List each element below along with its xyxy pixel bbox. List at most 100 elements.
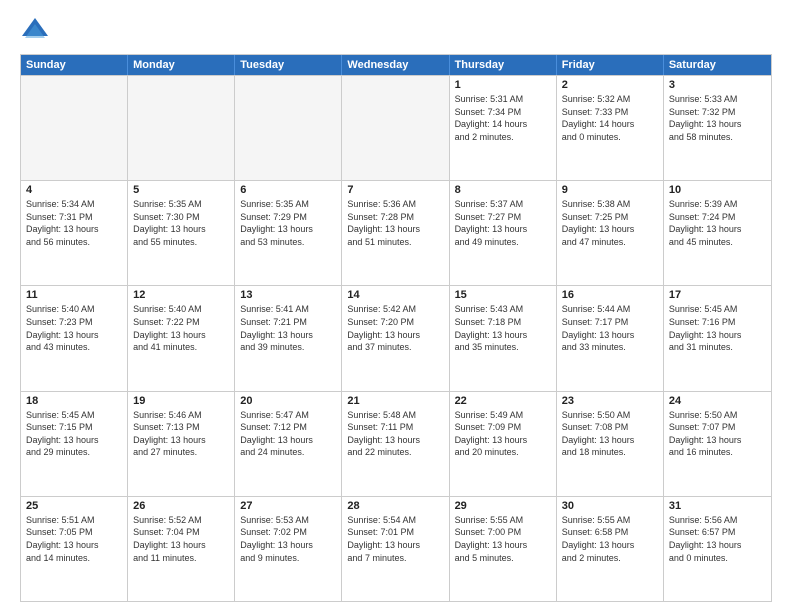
- calendar-row: 11 Sunrise: 5:40 AM Sunset: 7:23 PM Dayli…: [21, 285, 771, 390]
- calendar-cell: [128, 76, 235, 180]
- calendar-cell: [342, 76, 449, 180]
- calendar-cell: 23 Sunrise: 5:50 AM Sunset: 7:08 PM Dayli…: [557, 392, 664, 496]
- calendar-cell: 26 Sunrise: 5:52 AM Sunset: 7:04 PM Dayli…: [128, 497, 235, 601]
- calendar-cell: 12 Sunrise: 5:40 AM Sunset: 7:22 PM Dayli…: [128, 286, 235, 390]
- day-number: 19: [133, 395, 229, 407]
- calendar-cell: 30 Sunrise: 5:55 AM Sunset: 6:58 PM Dayli…: [557, 497, 664, 601]
- day-number: 28: [347, 500, 443, 512]
- calendar-row: 1 Sunrise: 5:31 AM Sunset: 7:34 PM Daylig…: [21, 75, 771, 180]
- day-number: 1: [455, 79, 551, 91]
- day-info: Sunrise: 5:48 AM Sunset: 7:11 PM Dayligh…: [347, 409, 443, 459]
- day-number: 12: [133, 289, 229, 301]
- day-info: Sunrise: 5:32 AM Sunset: 7:33 PM Dayligh…: [562, 93, 658, 143]
- day-info: Sunrise: 5:43 AM Sunset: 7:18 PM Dayligh…: [455, 303, 551, 353]
- calendar-cell: 31 Sunrise: 5:56 AM Sunset: 6:57 PM Dayli…: [664, 497, 771, 601]
- day-number: 5: [133, 184, 229, 196]
- calendar-cell: 1 Sunrise: 5:31 AM Sunset: 7:34 PM Daylig…: [450, 76, 557, 180]
- day-info: Sunrise: 5:55 AM Sunset: 7:00 PM Dayligh…: [455, 514, 551, 564]
- day-number: 20: [240, 395, 336, 407]
- day-info: Sunrise: 5:38 AM Sunset: 7:25 PM Dayligh…: [562, 198, 658, 248]
- calendar-cell: 4Sunrise: 5:34 AM Sunset: 7:31 PM Daylig…: [21, 181, 128, 285]
- calendar-cell: 8Sunrise: 5:37 AM Sunset: 7:27 PM Daylig…: [450, 181, 557, 285]
- calendar-cell: 27 Sunrise: 5:53 AM Sunset: 7:02 PM Dayli…: [235, 497, 342, 601]
- day-number: 26: [133, 500, 229, 512]
- calendar-cell: 22Sunrise: 5:49 AM Sunset: 7:09 PM Dayli…: [450, 392, 557, 496]
- calendar-body: 1 Sunrise: 5:31 AM Sunset: 7:34 PM Daylig…: [21, 75, 771, 601]
- calendar-cell: 29 Sunrise: 5:55 AM Sunset: 7:00 PM Dayli…: [450, 497, 557, 601]
- day-number: 25: [26, 500, 122, 512]
- calendar-row: 18Sunrise: 5:45 AM Sunset: 7:15 PM Dayli…: [21, 391, 771, 496]
- day-number: 21: [347, 395, 443, 407]
- calendar-cell: 24 Sunrise: 5:50 AM Sunset: 7:07 PM Dayli…: [664, 392, 771, 496]
- calendar-cell: 9 Sunrise: 5:38 AM Sunset: 7:25 PM Daylig…: [557, 181, 664, 285]
- weekday-header: Thursday: [450, 55, 557, 75]
- day-number: 18: [26, 395, 122, 407]
- day-info: Sunrise: 5:35 AM Sunset: 7:30 PM Dayligh…: [133, 198, 229, 248]
- day-info: Sunrise: 5:31 AM Sunset: 7:34 PM Dayligh…: [455, 93, 551, 143]
- calendar-cell: 11 Sunrise: 5:40 AM Sunset: 7:23 PM Dayli…: [21, 286, 128, 390]
- day-number: 31: [669, 500, 766, 512]
- day-info: Sunrise: 5:39 AM Sunset: 7:24 PM Dayligh…: [669, 198, 766, 248]
- day-number: 29: [455, 500, 551, 512]
- day-info: Sunrise: 5:36 AM Sunset: 7:28 PM Dayligh…: [347, 198, 443, 248]
- weekday-header: Saturday: [664, 55, 771, 75]
- day-info: Sunrise: 5:42 AM Sunset: 7:20 PM Dayligh…: [347, 303, 443, 353]
- day-info: Sunrise: 5:46 AM Sunset: 7:13 PM Dayligh…: [133, 409, 229, 459]
- calendar-row: 25Sunrise: 5:51 AM Sunset: 7:05 PM Dayli…: [21, 496, 771, 601]
- day-info: Sunrise: 5:56 AM Sunset: 6:57 PM Dayligh…: [669, 514, 766, 564]
- logo-icon: [20, 16, 50, 46]
- calendar-cell: 18Sunrise: 5:45 AM Sunset: 7:15 PM Dayli…: [21, 392, 128, 496]
- calendar-cell: 19 Sunrise: 5:46 AM Sunset: 7:13 PM Dayli…: [128, 392, 235, 496]
- weekday-header: Wednesday: [342, 55, 449, 75]
- calendar-cell: 20 Sunrise: 5:47 AM Sunset: 7:12 PM Dayli…: [235, 392, 342, 496]
- day-number: 11: [26, 289, 122, 301]
- day-number: 4: [26, 184, 122, 196]
- calendar-cell: 15 Sunrise: 5:43 AM Sunset: 7:18 PM Dayli…: [450, 286, 557, 390]
- day-number: 7: [347, 184, 443, 196]
- day-info: Sunrise: 5:50 AM Sunset: 7:07 PM Dayligh…: [669, 409, 766, 459]
- day-number: 6: [240, 184, 336, 196]
- calendar-cell: 16Sunrise: 5:44 AM Sunset: 7:17 PM Dayli…: [557, 286, 664, 390]
- day-number: 22: [455, 395, 551, 407]
- day-info: Sunrise: 5:45 AM Sunset: 7:16 PM Dayligh…: [669, 303, 766, 353]
- day-number: 15: [455, 289, 551, 301]
- calendar: SundayMondayTuesdayWednesdayThursdayFrid…: [20, 54, 772, 602]
- calendar-cell: 17 Sunrise: 5:45 AM Sunset: 7:16 PM Dayli…: [664, 286, 771, 390]
- calendar-cell: [21, 76, 128, 180]
- day-number: 10: [669, 184, 766, 196]
- day-number: 13: [240, 289, 336, 301]
- day-info: Sunrise: 5:40 AM Sunset: 7:22 PM Dayligh…: [133, 303, 229, 353]
- day-info: Sunrise: 5:41 AM Sunset: 7:21 PM Dayligh…: [240, 303, 336, 353]
- calendar-cell: 21 Sunrise: 5:48 AM Sunset: 7:11 PM Dayli…: [342, 392, 449, 496]
- page: SundayMondayTuesdayWednesdayThursdayFrid…: [0, 0, 792, 612]
- day-number: 27: [240, 500, 336, 512]
- calendar-cell: 14Sunrise: 5:42 AM Sunset: 7:20 PM Dayli…: [342, 286, 449, 390]
- weekday-header: Monday: [128, 55, 235, 75]
- calendar-cell: 28 Sunrise: 5:54 AM Sunset: 7:01 PM Dayli…: [342, 497, 449, 601]
- day-info: Sunrise: 5:54 AM Sunset: 7:01 PM Dayligh…: [347, 514, 443, 564]
- day-number: 24: [669, 395, 766, 407]
- day-info: Sunrise: 5:55 AM Sunset: 6:58 PM Dayligh…: [562, 514, 658, 564]
- day-number: 23: [562, 395, 658, 407]
- day-info: Sunrise: 5:53 AM Sunset: 7:02 PM Dayligh…: [240, 514, 336, 564]
- day-info: Sunrise: 5:40 AM Sunset: 7:23 PM Dayligh…: [26, 303, 122, 353]
- day-info: Sunrise: 5:52 AM Sunset: 7:04 PM Dayligh…: [133, 514, 229, 564]
- day-info: Sunrise: 5:44 AM Sunset: 7:17 PM Dayligh…: [562, 303, 658, 353]
- calendar-header: SundayMondayTuesdayWednesdayThursdayFrid…: [21, 55, 771, 75]
- calendar-cell: 25Sunrise: 5:51 AM Sunset: 7:05 PM Dayli…: [21, 497, 128, 601]
- calendar-cell: 2Sunrise: 5:32 AM Sunset: 7:33 PM Daylig…: [557, 76, 664, 180]
- calendar-cell: 5 Sunrise: 5:35 AM Sunset: 7:30 PM Daylig…: [128, 181, 235, 285]
- day-number: 3: [669, 79, 766, 91]
- calendar-cell: 10 Sunrise: 5:39 AM Sunset: 7:24 PM Dayli…: [664, 181, 771, 285]
- header: [20, 16, 772, 46]
- weekday-header: Tuesday: [235, 55, 342, 75]
- calendar-cell: 13 Sunrise: 5:41 AM Sunset: 7:21 PM Dayli…: [235, 286, 342, 390]
- logo: [20, 16, 54, 46]
- day-number: 17: [669, 289, 766, 301]
- day-info: Sunrise: 5:47 AM Sunset: 7:12 PM Dayligh…: [240, 409, 336, 459]
- day-number: 9: [562, 184, 658, 196]
- day-number: 8: [455, 184, 551, 196]
- day-number: 30: [562, 500, 658, 512]
- weekday-header: Sunday: [21, 55, 128, 75]
- day-info: Sunrise: 5:50 AM Sunset: 7:08 PM Dayligh…: [562, 409, 658, 459]
